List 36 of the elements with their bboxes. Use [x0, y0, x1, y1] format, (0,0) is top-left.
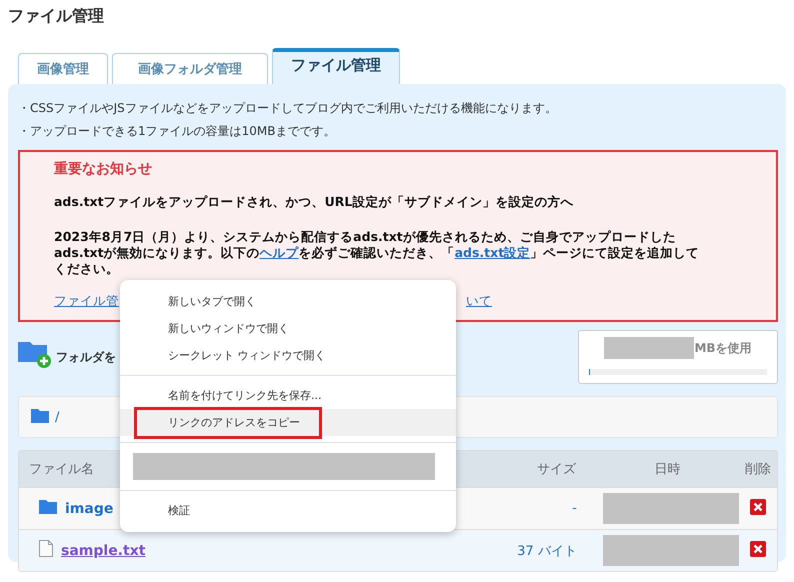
new-folder-label[interactable]: フォルダを — [56, 348, 116, 366]
note-text: ・CSSファイルやJSファイルなどをアップロードしてブログ内でご利用いただける機能になります。 — [18, 100, 558, 117]
menu-item[interactable]: リンクのアドレスをコピー — [120, 409, 456, 436]
menu-item-label: 検証 — [168, 503, 190, 518]
tab[interactable]: 画像フォルダ管理 — [112, 53, 268, 84]
notice-paragraph: 2023年8月7日（月）より、システムから配信するads.txtが優先されるため、ご自身でアップロードしたads.txtが無効になります。以下のヘルプを必ずご確認いただき、「ads.txt設定」ページにて設定を追加してください。 — [54, 229, 700, 277]
column-header: 日時 — [653, 461, 682, 478]
tab[interactable]: ファイル管理 — [272, 48, 400, 84]
page-title: ファイル管理 — [8, 5, 105, 27]
menu-item[interactable]: シークレット ウィンドウで開く — [120, 342, 456, 369]
menu-item-label: 新しいタブで開く — [168, 294, 256, 309]
file-name-link[interactable]: image — [65, 500, 114, 516]
menu-item-label: 名前を付けてリンク先を保存... — [168, 388, 322, 403]
file-name-link[interactable]: sample.txt — [61, 542, 146, 558]
size-cell-text: - — [571, 501, 577, 516]
storage-text: MBを使用 — [694, 340, 752, 356]
size-cell-text: 37 バイト — [516, 542, 577, 560]
notice-heading: 重要なお知らせ — [54, 160, 153, 178]
menu-item[interactable]: 新しいウィンドウで開く — [120, 315, 456, 342]
notice-subheading: ads.txtファイルをアップロードされ、かつ、URL設定が「サブドメイン」を設定の方へ — [54, 194, 574, 211]
notice-link[interactable]: ファイル管 — [54, 293, 119, 310]
menu-item-label: リンクのアドレスをコピー — [168, 415, 300, 430]
menu-item-label: シークレット ウィンドウで開く — [168, 348, 326, 363]
tab[interactable]: 画像管理 — [18, 53, 108, 84]
menu-item[interactable]: 新しいタブで開く — [120, 288, 456, 315]
note-text: ・アップロードできる1ファイルの容量は10MBまでです。 — [18, 123, 336, 140]
menu-item[interactable]: 名前を付けてリンク先を保存... — [120, 382, 456, 409]
help-link[interactable]: ヘルプ — [260, 245, 299, 260]
menu-item[interactable]: 検証 — [120, 497, 456, 524]
menu-item-label: 新しいウィンドウで開く — [168, 321, 289, 336]
breadcrumb-item[interactable]: / — [55, 410, 60, 424]
column-header: ファイル名 — [28, 461, 95, 478]
notice-link[interactable]: いて — [466, 293, 492, 310]
column-header: 削除 — [744, 461, 772, 478]
help-link[interactable]: ads.txt設定 — [454, 245, 530, 260]
column-header: サイズ — [536, 461, 576, 478]
